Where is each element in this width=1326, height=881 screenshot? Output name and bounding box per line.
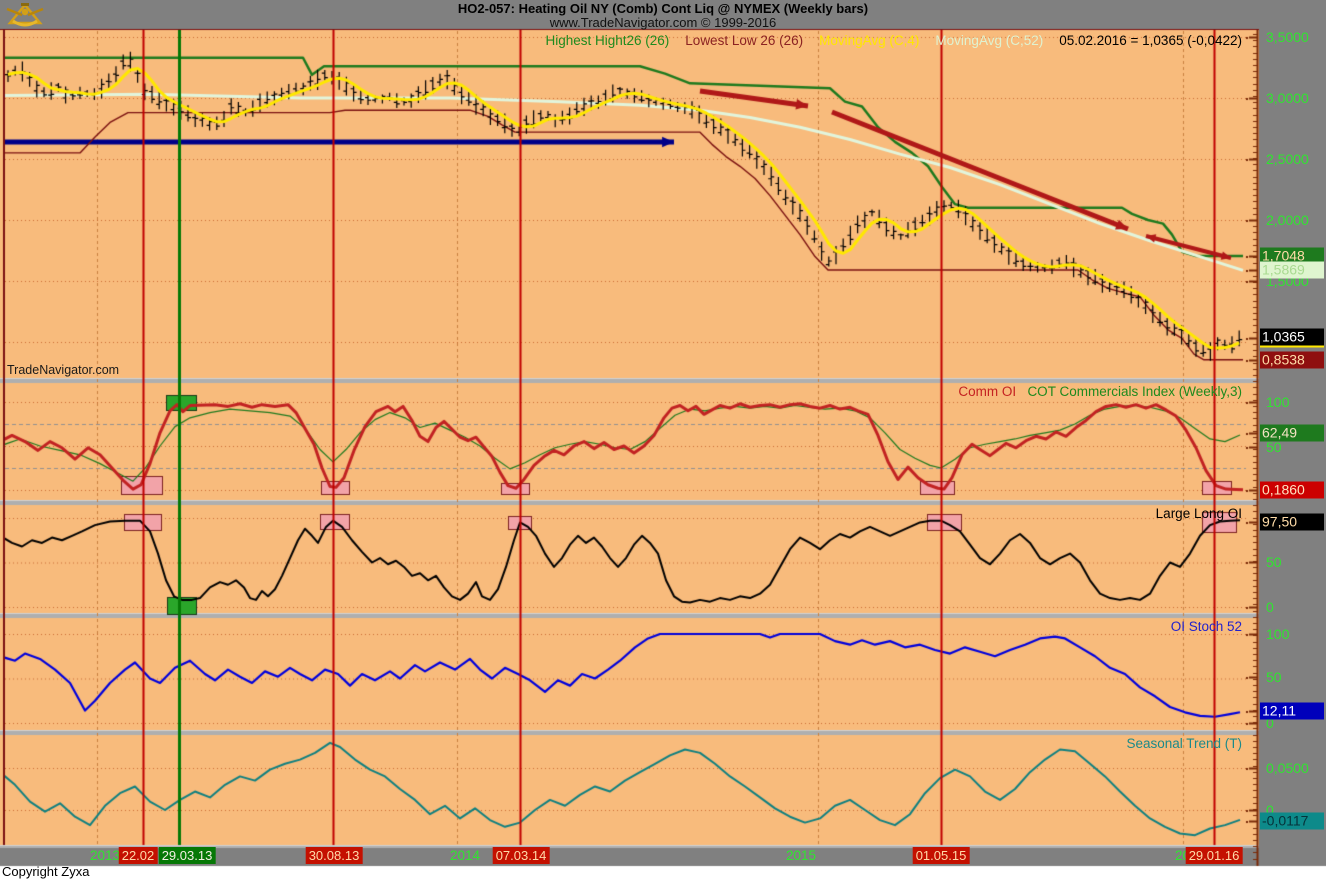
legend-item-2: MovingAvg (C,4) (819, 33, 919, 48)
comm-oi-value-box: 62,49 (1260, 425, 1324, 442)
date-marker-box: 29.03.13 (159, 847, 216, 864)
large-long-tick-label: 0 (1266, 599, 1274, 615)
chart-title: HO2-057: Heating Oil NY (Comb) Cont Liq … (0, 2, 1326, 16)
watermark: TradeNavigator.com (7, 363, 119, 377)
panel-header-comm-oi: Comm OI COT Commercials Index (Weekly,3) (958, 384, 1242, 399)
date-marker-box: 22.02 (119, 847, 158, 864)
price-tick-label: 2,5000 (1266, 151, 1309, 167)
comm-oi-value-box: 0,1860 (1260, 482, 1324, 499)
panel-header-large-long-oi: Large Long OI (1156, 506, 1242, 521)
comm-oi-label: Comm OI (958, 384, 1016, 399)
price-value-box: 1,5869 (1260, 262, 1324, 279)
legend-item-1: Lowest Low 26 (26) (685, 33, 803, 48)
legend-items: Highest Hight26 (26) Lowest Low 26 (26) Mo… (545, 33, 1043, 48)
year-label: 2013 (90, 848, 120, 863)
trade-navigator-window: HO2-057: Heating Oil NY (Comb) Cont Liq … (0, 0, 1326, 881)
year-label: 2014 (450, 848, 480, 863)
comm-oi-tick-label: 100 (1266, 394, 1289, 410)
price-tick-label: 2,0000 (1266, 212, 1309, 228)
date-marker-box: 07.03.14 (493, 847, 550, 864)
price-value-box: 0,8538 (1260, 352, 1324, 369)
copyright-text: Copyright Zyxa (2, 864, 89, 879)
year-label: 2015 (786, 848, 816, 863)
panel-header-oi-stoch-52: OI Stoch 52 (1171, 619, 1242, 634)
price-tick-label: 3,0000 (1266, 90, 1309, 106)
title-block: HO2-057: Heating Oil NY (Comb) Cont Liq … (0, 2, 1326, 30)
seasonal-tick-label: 0,0500 (1266, 760, 1309, 776)
price-value-box: 1,0365 (1260, 329, 1324, 348)
oi-stoch-value-box: 12,11 (1260, 703, 1324, 720)
date-marker-box: 30.08.13 (306, 847, 363, 864)
price-tick-label: 3,5000 (1266, 29, 1309, 45)
last-quote-readout: 05.02.2016 = 1,0365 (-0,0422) (1059, 33, 1242, 48)
oi-stoch-tick-label: 50 (1266, 669, 1282, 685)
date-marker-box: 29.01.16 (1186, 847, 1243, 864)
panel-header-seasonal-trend: Seasonal Trend (T) (1126, 736, 1242, 751)
large-long-tick-label: 50 (1266, 554, 1282, 570)
chart-subtitle: www.TradeNavigator.com © 1999-2016 (0, 16, 1326, 30)
large-long-value-box: 97,50 (1260, 514, 1324, 531)
date-marker-box: 01.05.15 (913, 847, 970, 864)
legend-item-0: Highest Hight26 (26) (545, 33, 669, 48)
legend-item-3: MovingAvg (C,52) (935, 33, 1043, 48)
legend-row: Highest Hight26 (26) Lowest Low 26 (26) Mo… (545, 33, 1242, 48)
oi-stoch-tick-label: 100 (1266, 626, 1289, 642)
cot-commercials-index-label: COT Commercials Index (Weekly,3) (1027, 384, 1242, 399)
seasonal-value-box: -0,0117 (1260, 813, 1324, 830)
